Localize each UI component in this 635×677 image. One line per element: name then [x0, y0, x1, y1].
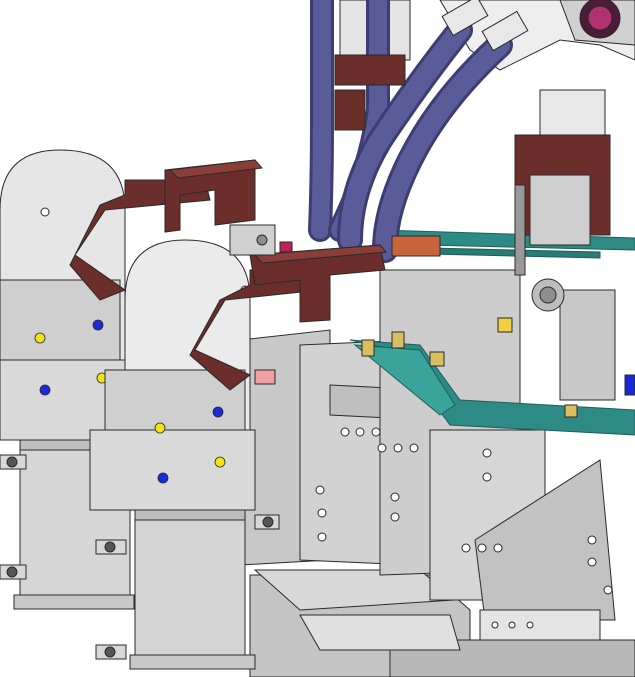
cad-assembly-view: [0, 0, 635, 677]
